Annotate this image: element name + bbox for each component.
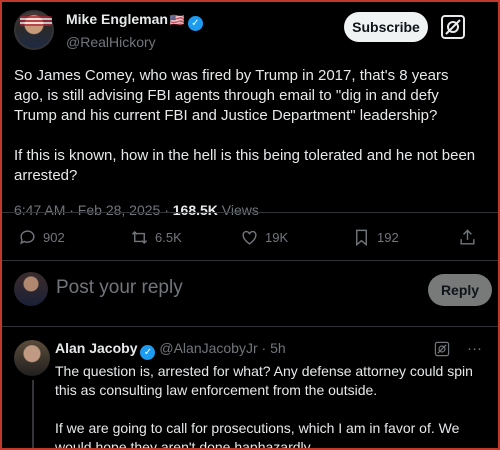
post-header: Mike Engleman 🇺🇸 ✓ @RealHickory Subscribe [14,10,486,50]
author-info: Mike Engleman 🇺🇸 ✓ @RealHickory [66,11,203,50]
comment-body: Alan Jacoby ✓ @AlanJacobyJr · 5h ··· The … [55,340,486,450]
repost-icon [131,230,148,245]
main-post: Mike Engleman 🇺🇸 ✓ @RealHickory Subscribe … [14,10,486,218]
grok-icon[interactable] [438,12,468,42]
bookmark-icon [356,229,367,247]
like-count: 19K [265,230,289,245]
views-label: Views [217,202,259,218]
share-action[interactable] [458,228,477,247]
comment-text: The question is, arrested for what? Any … [55,363,473,450]
share-icon [460,229,475,245]
view-count: 168.5K [172,202,218,218]
like-action[interactable]: 19K [240,228,288,247]
more-options-icon[interactable]: ··· [467,340,482,358]
action-bar: 902 6.5K 19K 192 [18,228,478,250]
post-meta: 6:47 AM · Feb 28, 2025 · 168.5K Views [14,202,486,218]
thread-line [32,380,34,450]
author-name[interactable]: Mike Engleman [66,11,168,27]
bookmark-count: 192 [377,230,399,245]
commenter-name[interactable]: Alan Jacoby [55,340,137,356]
grok-icon[interactable] [433,340,451,358]
divider [0,212,500,213]
reply-button[interactable]: Reply [428,274,492,306]
separator-dot: · [261,340,267,356]
comment-tools: ··· [433,340,482,358]
verified-badge-icon: ✓ [187,16,203,31]
commenter-handle[interactable]: @AlanJacobyJr [159,340,257,356]
divider [0,326,500,327]
bookmark-action[interactable]: 192 [352,228,399,247]
comment-header: Alan Jacoby ✓ @AlanJacobyJr · 5h [55,340,486,360]
heart-icon [242,230,257,245]
verified-badge-icon: ✓ [140,345,156,360]
commenter-avatar[interactable] [14,340,50,376]
subscribe-button[interactable]: Subscribe [344,12,428,42]
reply-composer: Post your reply Reply [14,270,492,310]
divider [0,260,500,261]
author-handle[interactable]: @RealHickory [66,34,203,50]
reply-count: 902 [43,230,65,245]
repost-action[interactable]: 6.5K [130,228,182,247]
comment-time[interactable]: 5h [270,340,286,356]
post-text: So James Comey, who was fired by Trump i… [14,67,476,184]
repost-count: 6.5K [155,230,182,245]
avatar-flag-pattern [20,16,52,26]
reply-input[interactable]: Post your reply [56,277,183,299]
user-avatar [14,272,48,306]
reply-icon [20,230,35,245]
reply-action[interactable]: 902 [18,228,65,247]
post-time[interactable]: 6:47 AM · Feb 28, 2025 · [14,202,173,218]
author-avatar[interactable] [14,10,54,50]
us-flag-emoji: 🇺🇸 [169,13,185,27]
